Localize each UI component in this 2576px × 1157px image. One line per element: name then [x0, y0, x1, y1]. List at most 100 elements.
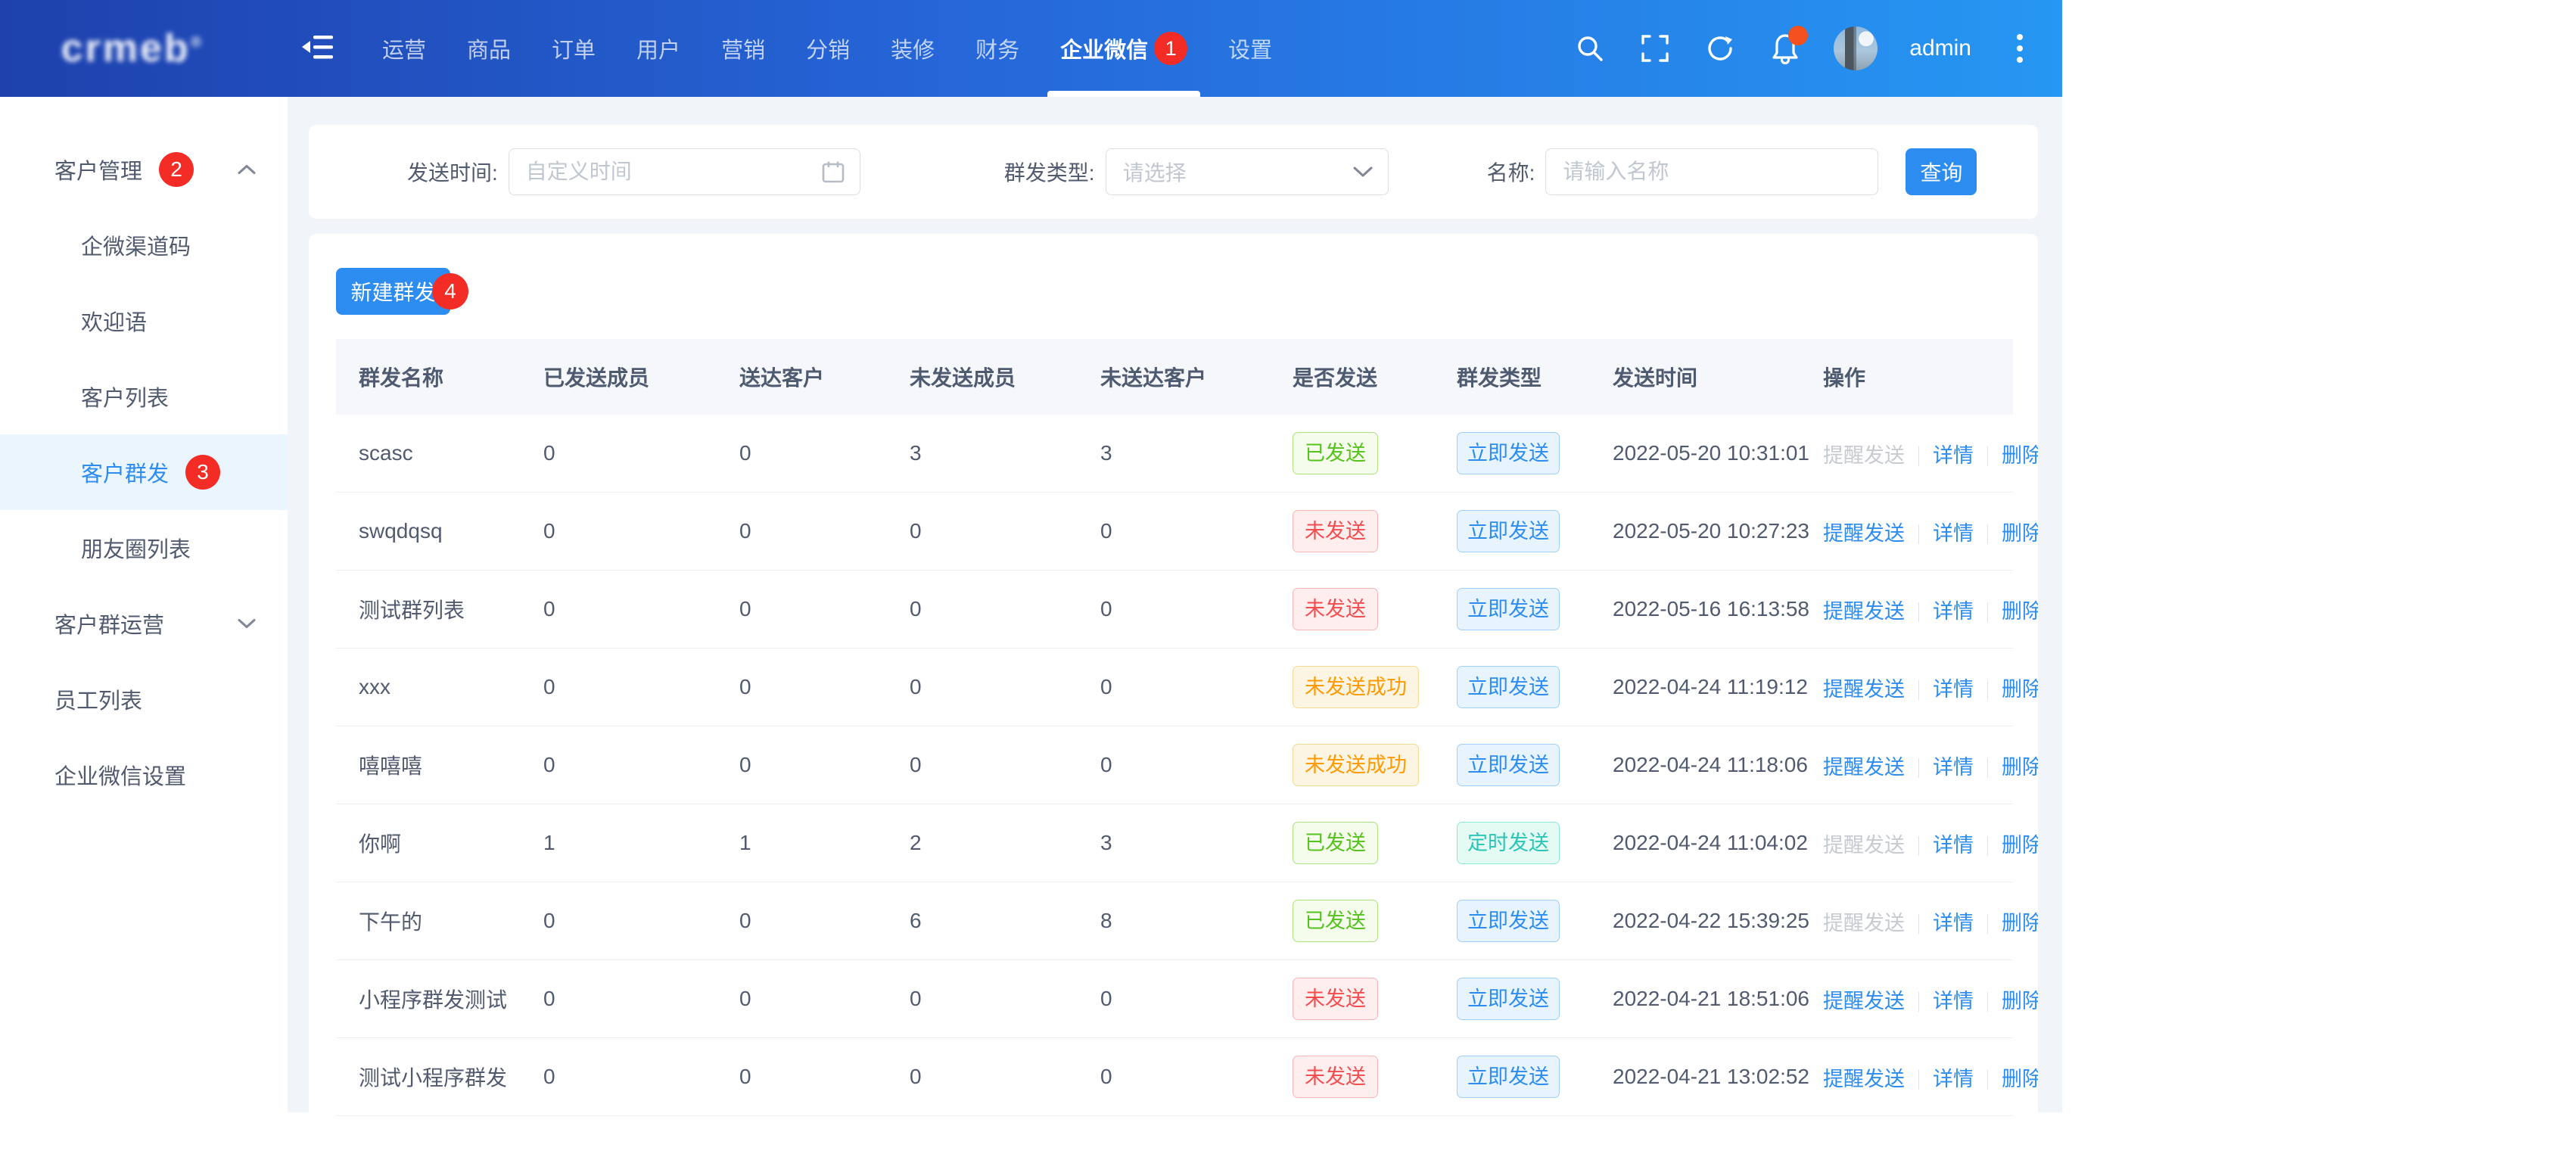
- detail-link[interactable]: 详情: [1933, 834, 1974, 857]
- detail-link[interactable]: 详情: [1933, 444, 1974, 467]
- nav-item-label: 财务: [975, 39, 1020, 63]
- delete-link[interactable]: 删除: [2002, 522, 2038, 545]
- cell-operations: 提醒发送 详情 删除: [1800, 415, 2038, 493]
- cell-send-time: 2022-05-20 10:27:23: [1590, 492, 1809, 571]
- nav-item-work-wechat[interactable]: 企业微信 1: [1040, 0, 1208, 97]
- nav-item-products[interactable]: 商品: [446, 0, 531, 97]
- remind-send-link[interactable]: 提醒发送: [1823, 522, 1905, 545]
- remind-send-link[interactable]: 提醒发送: [1823, 678, 1905, 701]
- sidebar-item-label: 客户列表: [81, 387, 170, 411]
- send-time-picker[interactable]: [508, 148, 860, 195]
- cell-undelivered-customers: 3: [1078, 804, 1270, 882]
- sidebar-item-moments-list[interactable]: 朋友圈列表: [0, 510, 288, 586]
- cell-sent-members: 0: [521, 570, 717, 648]
- cell-delivered-customers: 0: [717, 492, 887, 571]
- kebab-menu-icon[interactable]: [2003, 32, 2036, 65]
- nav-item-decoration[interactable]: 装修: [870, 0, 955, 97]
- massend-type-tag: 定时发送: [1457, 822, 1560, 864]
- delete-link[interactable]: 删除: [2002, 834, 2038, 857]
- cell-undelivered-customers: 0: [1078, 1037, 1270, 1116]
- remind-send-link: 提醒发送: [1823, 443, 1905, 467]
- nav-item-distribution[interactable]: 分销: [786, 0, 870, 97]
- sidebar-item-work-wechat-settings[interactable]: 企业微信设置: [0, 737, 288, 813]
- detail-link[interactable]: 详情: [1933, 990, 1974, 1012]
- delete-link[interactable]: 删除: [2002, 756, 2038, 779]
- op-divider: [1918, 602, 1919, 623]
- delete-link[interactable]: 删除: [2002, 600, 2038, 623]
- app-logo[interactable]: crmeb®: [0, 26, 265, 71]
- nav-item-users[interactable]: 用户: [616, 0, 701, 97]
- collapse-sidebar-button[interactable]: [295, 26, 341, 71]
- table-row: scasc 0 0 3 3 已发送 立即发送 2022-05-20 10:31:01 提醒发送详…: [336, 415, 2038, 493]
- remind-send-link[interactable]: 提醒发送: [1823, 990, 1905, 1012]
- sidebar-item-customer-mass-send[interactable]: 客户群发 3: [0, 434, 288, 510]
- cell-send-status: 未发送: [1270, 1037, 1434, 1116]
- send-status-tag: 未发送: [1293, 978, 1378, 1020]
- sidebar-menu: 客户管理 2 企微渠道码 欢迎语客户列表客户群发 3 朋友圈列表客户群运营员工列表 企业微信…: [0, 97, 288, 813]
- nav-item-orders[interactable]: 订单: [531, 0, 616, 97]
- cell-massend-name: 嘻嘻嘻: [336, 726, 521, 804]
- detail-link[interactable]: 详情: [1933, 912, 1974, 935]
- detail-link[interactable]: 详情: [1933, 1068, 1974, 1090]
- sidebar-item-welcome-message[interactable]: 欢迎语: [0, 283, 288, 359]
- sidebar-item-customer-list[interactable]: 客户列表: [0, 359, 288, 434]
- refresh-icon[interactable]: [1703, 32, 1737, 65]
- detail-link[interactable]: 详情: [1933, 522, 1974, 545]
- name-label: 名称:: [1486, 161, 1535, 185]
- user-name[interactable]: admin: [1909, 36, 1971, 61]
- massend-type-tag: 立即发送: [1457, 588, 1560, 630]
- remind-send-link[interactable]: 提醒发送: [1823, 1068, 1905, 1090]
- notifications-bell-icon[interactable]: [1769, 26, 1809, 65]
- detail-link[interactable]: 详情: [1933, 756, 1974, 779]
- remind-send-link[interactable]: 提醒发送: [1823, 756, 1905, 779]
- delete-link[interactable]: 删除: [2002, 444, 2038, 467]
- sidebar-item-wecom-channel-code[interactable]: 企微渠道码: [0, 207, 288, 283]
- nav-item-settings[interactable]: 设置: [1208, 0, 1293, 97]
- create-massend-button[interactable]: 新建群发 4: [336, 268, 468, 315]
- op-divider: [1918, 836, 1919, 857]
- op-divider: [1918, 524, 1919, 545]
- search-button[interactable]: 查询: [1906, 148, 1977, 195]
- top-nav: 运营 商品 订单 用户 营销 分销 装修 财务 企业微信 1 设置: [362, 0, 1293, 97]
- sidebar-item-staff-list[interactable]: 员工列表: [0, 661, 288, 737]
- send-time-label: 发送时间:: [407, 161, 498, 185]
- remind-send-link[interactable]: 提醒发送: [1823, 600, 1905, 623]
- delete-link[interactable]: 删除: [2002, 678, 2038, 701]
- filter-name: 名称:: [1487, 148, 1879, 195]
- name-input[interactable]: [1545, 148, 1879, 195]
- fullscreen-icon[interactable]: [1638, 32, 1672, 65]
- table-row: swqdqsq 0 0 0 0 未发送 立即发送 2022-05-20 10:27:23 提醒发…: [336, 492, 2038, 571]
- massend-type-select[interactable]: 请选择: [1105, 148, 1389, 195]
- avatar[interactable]: [1834, 26, 1878, 70]
- sidebar-item-customer-group-operation[interactable]: 客户群运营: [0, 586, 288, 661]
- delete-link[interactable]: 删除: [2002, 912, 2038, 935]
- detail-link[interactable]: 详情: [1933, 678, 1974, 701]
- column-header: 未发送成员: [887, 339, 1078, 415]
- cell-massend-type: 立即发送: [1434, 415, 1590, 493]
- chevron-up-icon: [238, 164, 256, 176]
- cell-send-status: 未发送成功: [1270, 726, 1434, 804]
- nav-item-marketing[interactable]: 营销: [701, 0, 786, 97]
- column-header: 操作: [1800, 339, 2013, 415]
- column-header: 群发名称: [336, 339, 521, 415]
- detail-link[interactable]: 详情: [1933, 600, 1974, 623]
- send-status-tag: 已发送: [1293, 822, 1378, 864]
- cell-massend-name: 下午的: [336, 882, 521, 960]
- nav-item-label: 装修: [891, 39, 935, 63]
- cell-delivered-customers: 0: [717, 648, 887, 726]
- send-time-input[interactable]: [508, 148, 860, 195]
- nav-item-operations[interactable]: 运营: [362, 0, 446, 97]
- sidebar-item-customer-management[interactable]: 客户管理 2: [0, 132, 288, 207]
- cell-operations: 提醒发送 详情 删除: [1800, 960, 2038, 1038]
- cell-operations: 提醒发送 详情 删除: [1800, 726, 2038, 804]
- sidebar-item-label: 客户群运营: [54, 614, 165, 638]
- remind-send-link: 提醒发送: [1823, 833, 1905, 857]
- table-row: 测试小程序群发 0 0 0 0 未发送 立即发送 2022-04-21 13:02:52 提醒发…: [336, 1037, 2038, 1116]
- delete-link[interactable]: 删除: [2002, 990, 2038, 1012]
- cell-sent-members: 1: [521, 804, 717, 882]
- cell-unsent-members: 0: [887, 726, 1078, 804]
- nav-item-finance[interactable]: 财务: [955, 0, 1040, 97]
- search-icon[interactable]: [1573, 32, 1607, 65]
- nav-item-label: 订单: [552, 39, 596, 63]
- delete-link[interactable]: 删除: [2002, 1068, 2038, 1090]
